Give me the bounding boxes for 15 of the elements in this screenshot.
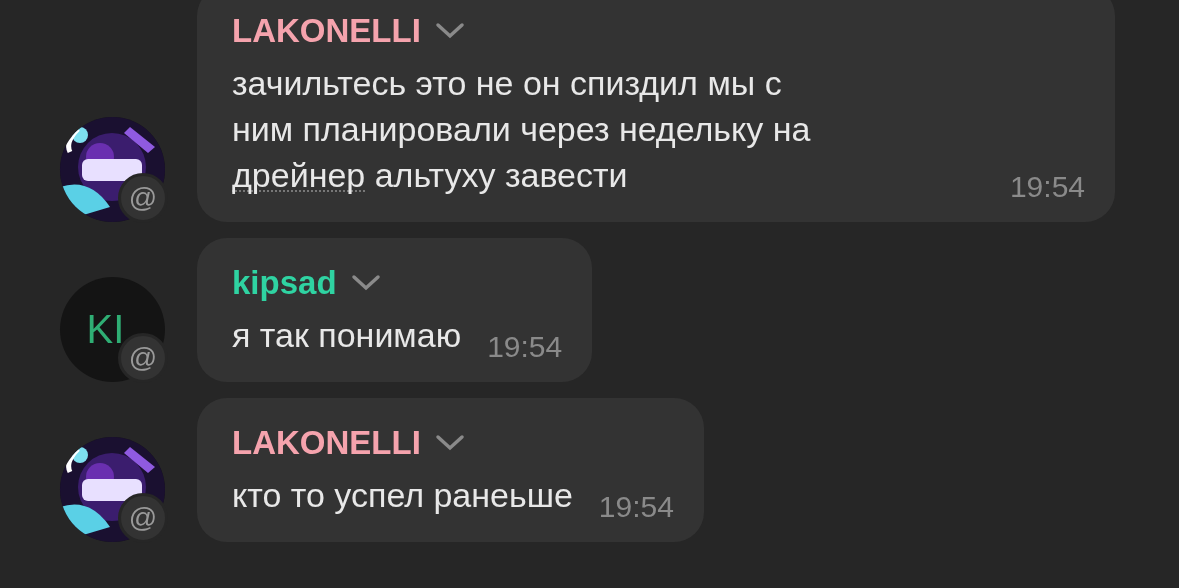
- dotted-link[interactable]: дрейнер: [232, 160, 366, 192]
- chevron-down-icon[interactable]: [434, 434, 465, 452]
- message-time: 19:54: [597, 489, 674, 525]
- message-text: я так понимаю: [232, 315, 462, 356]
- message-text: кто то успел ранеьше: [232, 475, 573, 516]
- chevron-down-icon[interactable]: [434, 22, 465, 40]
- author-name[interactable]: LAKONELLI: [232, 12, 421, 50]
- message-time: 19:54: [1008, 169, 1085, 205]
- message-text: ним планировали через недельку на: [232, 109, 811, 150]
- message-text: зачильтесь это не он спиздил мы с: [232, 63, 782, 104]
- author-name[interactable]: LAKONELLI: [232, 424, 421, 462]
- chevron-down-icon[interactable]: [350, 274, 381, 292]
- author-name[interactable]: kipsad: [232, 264, 337, 302]
- message-text: альтуху завести: [373, 155, 628, 196]
- message-time: 19:54: [486, 329, 563, 365]
